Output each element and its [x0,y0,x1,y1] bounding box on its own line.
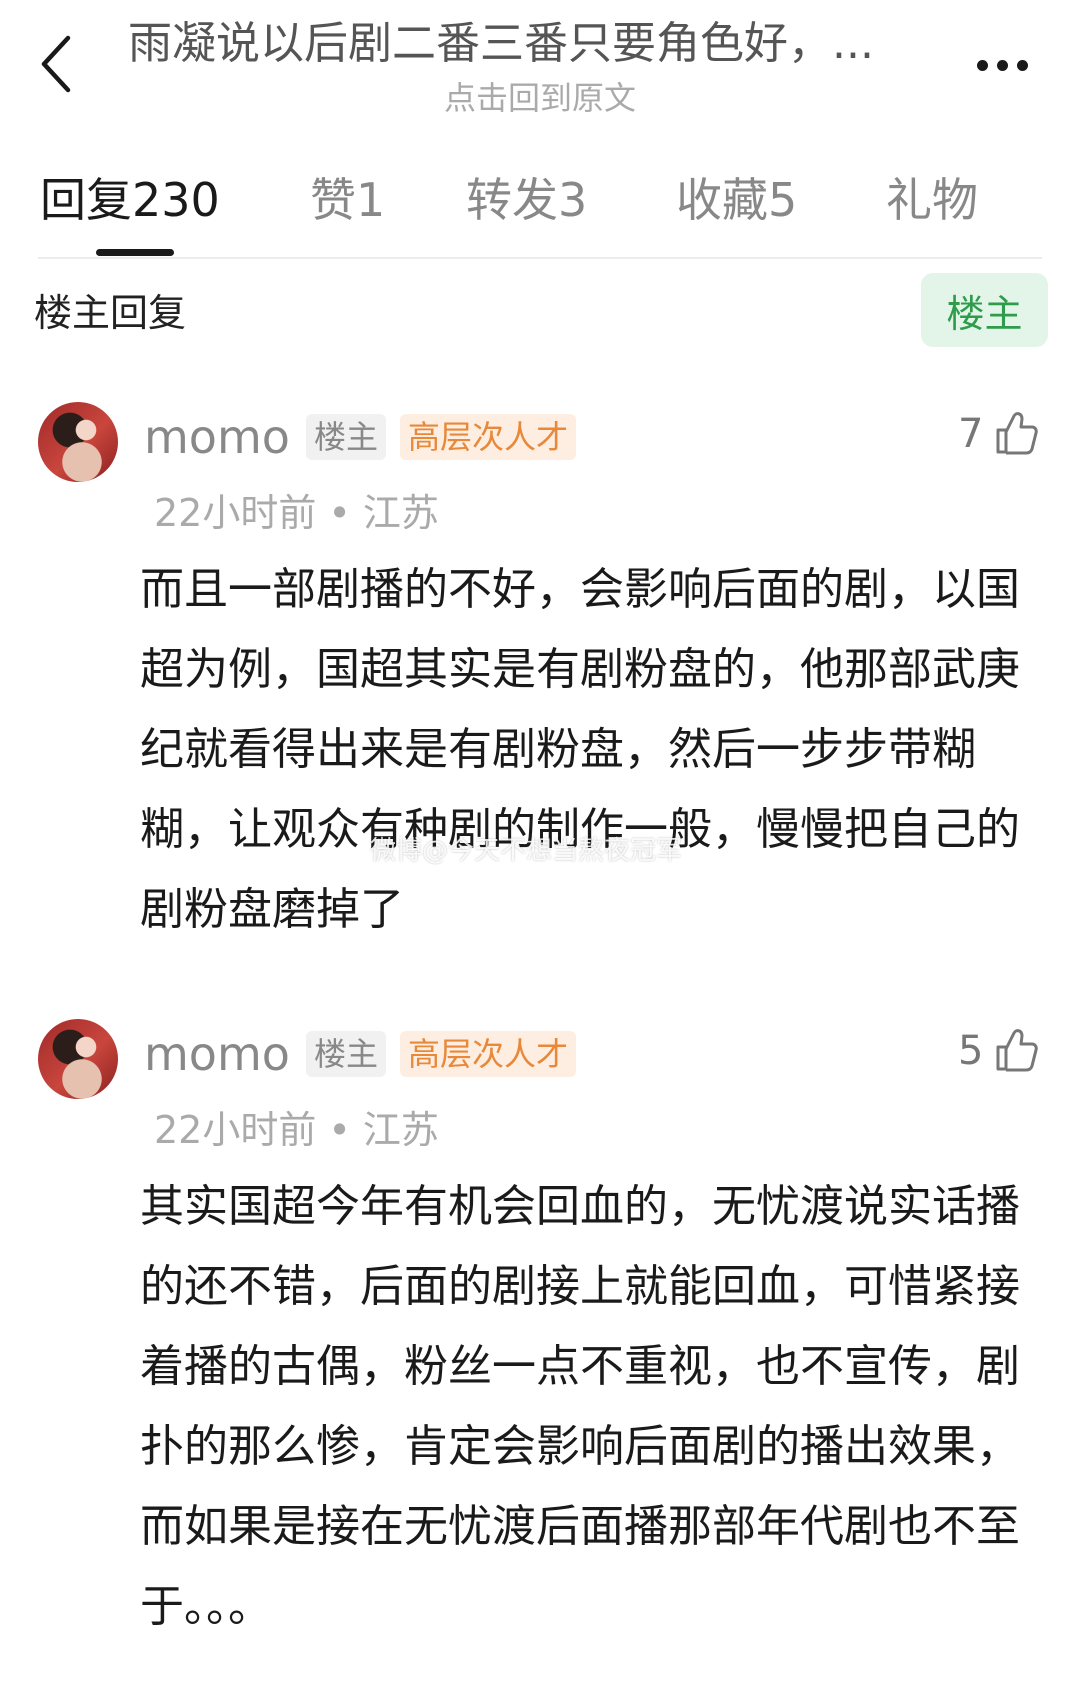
avatar[interactable] [38,1019,118,1099]
host-badge: 楼主 [306,1031,387,1077]
tab-bar: 回复230 赞1 转发3 收藏5 礼物 [38,165,1042,259]
top-bar: 雨凝说以后剧二番三番只要角色好，... 点击回到原文 [0,0,1080,130]
section-title: 楼主回复 [34,291,187,335]
more-dot-icon [1016,59,1028,71]
host-only-filter-button[interactable]: 楼主 [921,273,1048,347]
watermark: 微博@今天不想当熬夜冠军 [370,836,683,866]
more-dot-icon [976,59,988,71]
rank-badge: 高层次人才 [400,414,577,460]
more-dot-icon [996,59,1008,71]
more-options-button[interactable] [962,40,1042,90]
active-tab-indicator [96,249,174,256]
comment-text: 其实国超今年有机会回血的，无忧渡说实话播的还不错，后面的剧接上就能回血，可惜紧接… [140,1181,1020,1632]
back-to-post-link[interactable]: 点击回到原文 [0,76,1080,120]
tab-likes[interactable]: 赞1 [310,165,385,235]
avatar[interactable] [38,402,118,482]
tab-replies[interactable]: 回复230 [40,165,220,235]
post-title[interactable]: 雨凝说以后剧二番三番只要角色好，... [128,14,948,74]
thumbs-up-icon[interactable] [994,1027,1038,1073]
like-count: 7 [958,411,984,457]
comment-meta: 22小时前 • 江苏 [154,491,439,535]
comment-item: momo 楼主 高层次人才 5 22小时前 • 江苏 其实国超今年有机会回血的，… [0,1019,1080,1679]
comment-text: 而且一部剧播的不好，会影响后面的剧，以国超为例，国超其实是有剧粉盘的，他那部武庚… [140,564,1020,935]
username[interactable]: momo [144,404,290,470]
rank-badge: 高层次人才 [400,1031,577,1077]
username[interactable]: momo [144,1021,290,1087]
thumbs-up-icon[interactable] [994,410,1038,456]
like-count: 5 [958,1028,984,1074]
tab-favorites[interactable]: 收藏5 [676,165,797,235]
tab-reposts[interactable]: 转发3 [466,165,587,235]
tab-gifts[interactable]: 礼物 [886,165,978,235]
host-badge: 楼主 [306,414,387,460]
comment-meta: 22小时前 • 江苏 [154,1108,439,1152]
